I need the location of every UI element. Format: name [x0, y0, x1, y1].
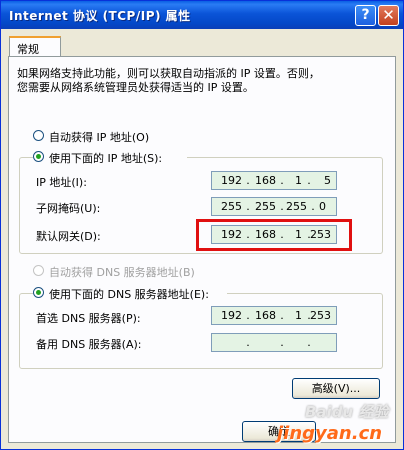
octet: 192 [221, 174, 242, 187]
octet: 253 [310, 309, 331, 322]
octet-dot: . [280, 336, 284, 349]
octet: 192 [221, 309, 242, 322]
dns-group-box [19, 293, 383, 369]
ip-address-input[interactable]: 192 . 168 . 1 . 5 [211, 171, 337, 190]
close-button[interactable]: ✕ [378, 5, 399, 26]
radio-manual-dns-label: 使用下面的 DNS 服务器地址(E): [49, 288, 209, 301]
window-title: Internet 协议 (TCP/IP) 属性 [9, 9, 191, 23]
description-text: 如果网络支持此功能，则可以获取自动指派的 IP 设置。否则， 您需要从网络系统管… [17, 67, 377, 95]
radio-manual-dns[interactable]: 使用下面的 DNS 服务器地址(E): [33, 286, 227, 302]
radio-manual-dns-button[interactable] [33, 287, 44, 298]
gateway-highlight-box [196, 219, 352, 251]
preferred-dns-label: 首选 DNS 服务器(P): [36, 312, 141, 325]
preferred-dns-input[interactable]: 192 . 168 . 1 . 253 [211, 306, 337, 325]
tab-general[interactable]: 常规 [9, 36, 61, 58]
octet: 0 [319, 200, 326, 213]
title-bar[interactable]: Internet 协议 (TCP/IP) 属性 ? ✕ [1, 1, 403, 29]
description-line-1: 如果网络支持此功能，则可以获取自动指派的 IP 设置。否则， [17, 67, 320, 80]
ip-address-label: IP 地址(I): [36, 176, 87, 189]
radio-manual-ip[interactable]: 使用下面的 IP 地址(S): [33, 150, 187, 166]
dialog-window: Internet 协议 (TCP/IP) 属性 ? ✕ 常规 如果网络支持此功能… [0, 0, 404, 450]
octet: 255 [221, 200, 242, 213]
description-line-2: 您需要从网络系统管理员处获得适当的 IP 设置。 [17, 81, 254, 94]
octet: 255 [255, 200, 276, 213]
octet: 168 [255, 174, 276, 187]
default-gateway-label: 默认网关(D): [36, 230, 101, 243]
close-icon: ✕ [382, 6, 395, 24]
alternate-dns-label: 备用 DNS 服务器(A): [36, 338, 142, 351]
baidu-watermark: Baidu 经验 jingyan.cn [277, 393, 403, 449]
octet: 1 [295, 309, 302, 322]
radio-auto-dns-label: 自动获得 DNS 服务器地址(B) [49, 266, 195, 279]
octet: 5 [324, 174, 331, 187]
octet-dot: . [246, 336, 250, 349]
radio-manual-ip-label: 使用下面的 IP 地址(S): [49, 152, 163, 165]
watermark-brand: Baidu 经验 [305, 403, 389, 421]
watermark-site: jingyan.cn [277, 423, 383, 444]
octet: 168 [255, 309, 276, 322]
subnet-mask-input[interactable]: 255 . 255 . 255 . 0 [211, 197, 337, 216]
alternate-dns-input[interactable]: . . . [211, 333, 337, 352]
radio-auto-ip-button[interactable] [33, 130, 44, 141]
tab-strip: 常规 [7, 34, 397, 58]
help-button[interactable]: ? [355, 5, 376, 26]
radio-auto-dns-button [33, 265, 44, 276]
question-mark-icon: ? [361, 7, 370, 23]
subnet-mask-label: 子网掩码(U): [36, 202, 101, 215]
radio-auto-ip-label: 自动获得 IP 地址(O) [49, 131, 150, 144]
radio-manual-ip-button[interactable] [33, 151, 44, 162]
octet: 1 [295, 174, 302, 187]
octet-dot: . [307, 336, 311, 349]
